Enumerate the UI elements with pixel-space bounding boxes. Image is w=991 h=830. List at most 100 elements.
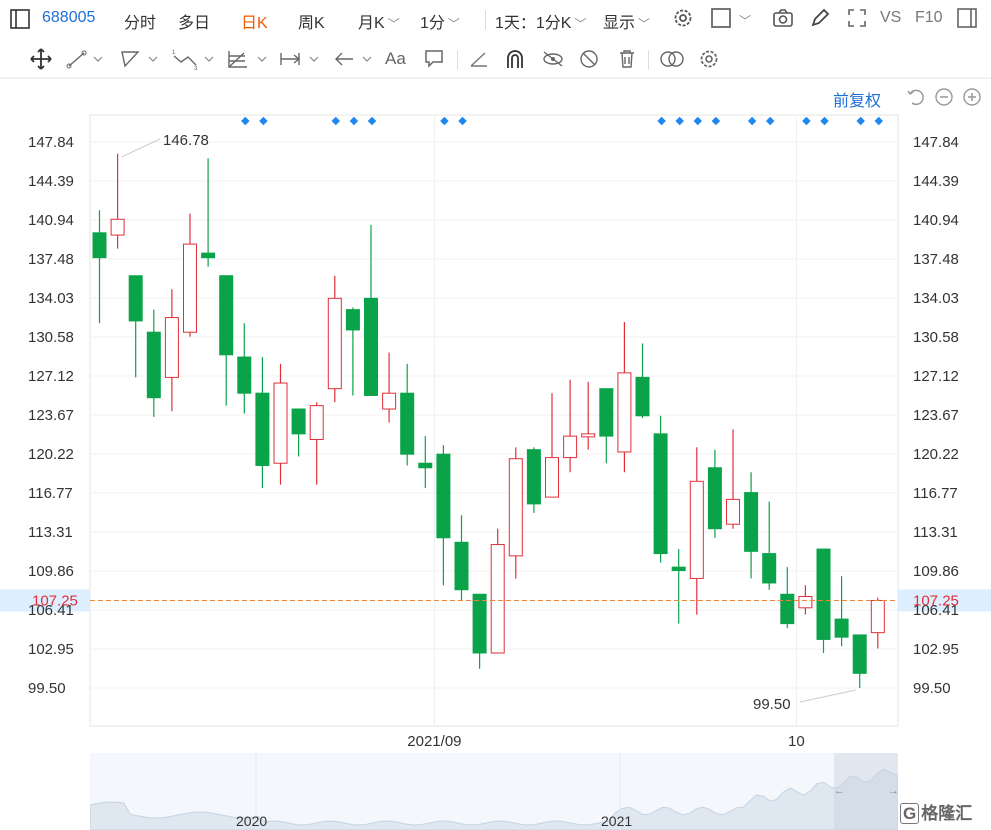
x-tick-label: 2021/09	[407, 733, 461, 750]
candle-body	[146, 331, 161, 399]
y-tick-label-right: 134.03	[913, 290, 959, 307]
candle-body	[599, 388, 614, 437]
candle-body	[92, 232, 107, 259]
candle-body	[581, 433, 596, 438]
y-tick-label-right: 109.86	[913, 563, 959, 580]
candle-body	[526, 449, 541, 505]
event-markers	[241, 116, 884, 126]
y-tick-label-right: 130.58	[913, 329, 959, 346]
candle-body	[545, 457, 559, 498]
watermark-text: 格隆汇	[921, 804, 973, 823]
watermark: G 格隆汇	[900, 799, 972, 824]
y-tick-label-left: 144.39	[28, 173, 74, 190]
y-tick-label-right: 113.31	[913, 524, 958, 541]
event-marker-dot	[711, 116, 721, 126]
candle-body	[870, 599, 885, 634]
current-price-label-right: 107.25	[913, 592, 959, 609]
candle-body	[780, 593, 795, 625]
y-tick-label-left: 130.58	[28, 329, 74, 346]
candle-body	[508, 458, 523, 557]
y-tick-label-left: 127.12	[28, 368, 74, 385]
event-marker-dot	[820, 116, 829, 126]
candle-body	[707, 467, 722, 530]
candle-body	[671, 566, 686, 572]
y-tick-label-right: 140.94	[913, 212, 959, 229]
candle-body	[454, 541, 469, 591]
event-marker-dot	[693, 116, 703, 126]
watermark-logo-icon: G	[900, 803, 920, 824]
candle-body	[436, 453, 451, 539]
candle-body	[183, 243, 197, 333]
candle-body	[744, 492, 759, 552]
axis-labels: 147.84 147.84 144.39 144.39 140.94 140.94 137.…	[28, 132, 959, 750]
navigator-right-handle: →	[888, 785, 898, 797]
candle-body	[273, 382, 288, 464]
y-tick-label-right: 116.77	[913, 485, 958, 502]
candle-body	[617, 372, 632, 453]
navigator-area: ← →	[90, 753, 898, 830]
event-marker-dot	[657, 116, 666, 126]
candle-body	[563, 435, 578, 459]
current-price-label-left: 107.25	[32, 592, 78, 609]
y-tick-label-left: 134.03	[28, 290, 74, 307]
y-tick-label-left: 102.95	[28, 641, 74, 658]
y-tick-label-left: 113.31	[28, 524, 73, 541]
event-marker-dot	[802, 116, 811, 126]
candle-body	[382, 392, 397, 410]
candle-body	[490, 544, 505, 654]
candle-body	[635, 376, 650, 417]
y-tick-label-right: 147.84	[913, 134, 959, 151]
min-price-label: 99.50	[753, 696, 791, 713]
event-marker-dot	[259, 116, 268, 126]
navigator-volume-area	[90, 768, 898, 830]
candle-body	[128, 275, 143, 322]
event-marker-dot	[675, 116, 684, 126]
navigator-left-handle: ←	[834, 785, 845, 797]
candlestick-chart[interactable]: 147.84 147.84 144.39 144.39 140.94 140.94 137.…	[0, 0, 991, 830]
y-tick-label-right: 99.50	[913, 680, 951, 697]
y-tick-label-left: 123.67	[28, 407, 74, 424]
min-label-leader	[799, 689, 856, 703]
candle-body	[364, 297, 378, 396]
candles	[90, 138, 898, 703]
candle-body	[110, 218, 125, 236]
y-tick-label-left: 120.22	[28, 446, 74, 463]
y-tick-label-right: 144.39	[913, 173, 959, 190]
candle-body	[418, 462, 433, 469]
candle-body	[816, 548, 831, 640]
event-marker-dot	[856, 116, 865, 126]
event-marker-dot	[367, 116, 377, 126]
candle-body	[255, 392, 270, 466]
candle-body	[653, 433, 668, 555]
range-navigator[interactable]: ← →	[90, 753, 898, 830]
candle-body	[237, 356, 252, 394]
y-tick-label-left: 99.50	[28, 680, 66, 697]
candle-body	[726, 498, 740, 525]
candle-body	[472, 593, 487, 654]
candle-body	[762, 553, 777, 584]
event-marker-dot	[349, 116, 359, 126]
candle-body	[400, 392, 415, 455]
y-tick-label-left: 147.84	[28, 134, 74, 151]
event-marker-dot	[331, 116, 341, 126]
y-tick-label-right: 102.95	[913, 641, 959, 658]
y-tick-label-left: 116.77	[28, 485, 73, 502]
max-price-label: 146.78	[163, 132, 209, 149]
navigator-label-2021: 2021	[601, 813, 633, 829]
candle-body	[219, 275, 234, 356]
candle-body	[164, 317, 179, 378]
candle-body	[345, 309, 360, 331]
y-tick-label-left: 109.86	[28, 563, 74, 580]
y-tick-label-right: 123.67	[913, 407, 959, 424]
event-marker-dot	[765, 116, 775, 126]
y-tick-label-left: 140.94	[28, 212, 74, 229]
event-marker-dot	[440, 116, 449, 126]
event-marker-dot	[747, 116, 757, 126]
event-marker-dot	[241, 116, 250, 126]
y-tick-label-left: 137.48	[28, 251, 74, 268]
candle-body	[798, 596, 813, 609]
candle-body	[852, 634, 867, 674]
y-tick-label-right: 137.48	[913, 251, 959, 268]
candle-body	[834, 618, 849, 638]
candle-body	[201, 252, 216, 259]
